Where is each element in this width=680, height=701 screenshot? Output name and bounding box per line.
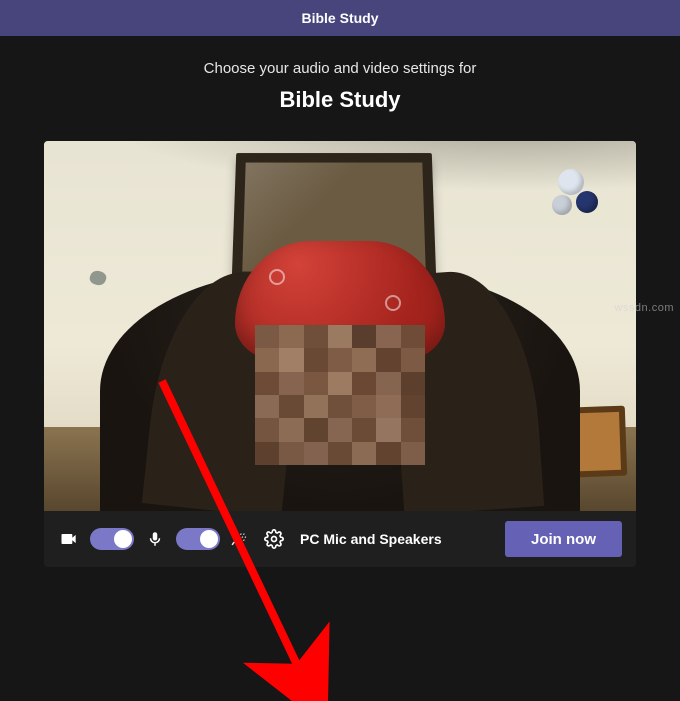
preview-area: PC Mic and Speakers Join now <box>44 141 636 567</box>
camera-icon <box>58 528 80 550</box>
window-titlebar: Bible Study <box>0 0 680 36</box>
join-now-button[interactable]: Join now <box>505 521 622 557</box>
prejoin-toolbar: PC Mic and Speakers Join now <box>44 511 636 567</box>
pixelated-face <box>255 325 425 465</box>
meeting-name: Bible Study <box>0 87 680 113</box>
settings-subheading: Choose your audio and video settings for <box>0 60 680 77</box>
camera-toggle[interactable] <box>90 528 134 550</box>
audio-device-label[interactable]: PC Mic and Speakers <box>300 531 442 547</box>
watermark: wssdn.com <box>614 302 674 314</box>
gear-icon[interactable] <box>264 529 284 549</box>
window-title: Bible Study <box>301 10 378 26</box>
background-effects-icon[interactable] <box>230 530 248 548</box>
balloons <box>546 169 602 249</box>
prejoin-panel: Choose your audio and video settings for… <box>0 36 680 567</box>
mic-toggle[interactable] <box>176 528 220 550</box>
mic-icon <box>144 528 166 550</box>
camera-preview <box>44 141 636 511</box>
